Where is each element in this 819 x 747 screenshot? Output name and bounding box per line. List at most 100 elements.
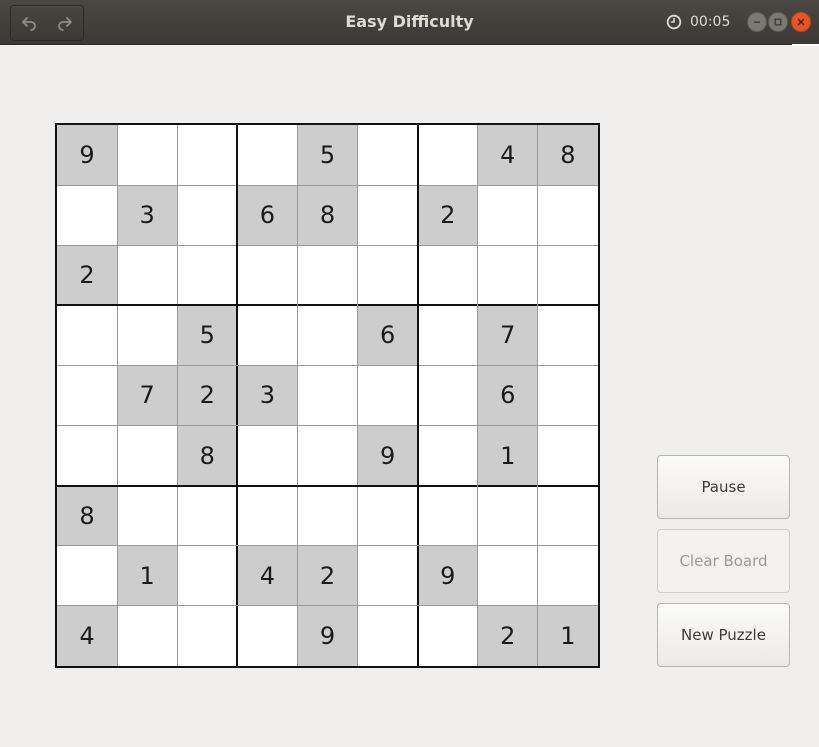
sudoku-cell[interactable] [538, 185, 598, 245]
sudoku-cell[interactable]: 9 [357, 425, 418, 486]
sudoku-cell[interactable] [538, 426, 598, 486]
sudoku-cell[interactable]: 8 [177, 425, 238, 486]
sudoku-cell[interactable] [297, 365, 357, 425]
sudoku-cell[interactable]: 3 [237, 365, 298, 426]
sudoku-cell[interactable] [358, 606, 418, 666]
sudoku-cell[interactable]: 2 [417, 185, 478, 246]
sudoku-cell[interactable]: 4 [237, 545, 298, 606]
sudoku-cell[interactable]: 9 [297, 605, 358, 666]
sudoku-cell[interactable]: 2 [57, 245, 118, 306]
sudoku-cell[interactable] [117, 245, 177, 305]
new-puzzle-button[interactable]: New Puzzle [657, 603, 790, 667]
sudoku-cell[interactable] [57, 305, 117, 365]
sudoku-cell[interactable]: 3 [117, 185, 178, 246]
redo-button[interactable] [47, 6, 83, 40]
sudoku-cell[interactable] [177, 546, 237, 606]
sudoku-cell[interactable]: 2 [177, 365, 238, 426]
sudoku-cell[interactable] [117, 606, 177, 666]
sudoku-cell[interactable]: 8 [57, 485, 118, 546]
sudoku-cell[interactable]: 9 [57, 125, 118, 186]
sudoku-cell[interactable] [478, 546, 538, 606]
sudoku-cell[interactable]: 2 [477, 605, 538, 666]
sudoku-cell[interactable]: 7 [117, 365, 178, 426]
sudoku-cell[interactable]: 1 [537, 605, 598, 666]
undo-button[interactable] [11, 6, 47, 40]
grid-line [57, 184, 598, 186]
sudoku-cell[interactable] [237, 486, 297, 546]
sudoku-cell[interactable] [57, 546, 117, 606]
sudoku-cell[interactable] [237, 125, 297, 185]
undo-icon [22, 17, 36, 31]
maximize-icon [774, 18, 782, 26]
sudoku-cell[interactable] [177, 486, 237, 546]
grid-line [357, 125, 359, 666]
sudoku-cell[interactable]: 7 [477, 305, 538, 366]
box-divider [57, 304, 598, 307]
sudoku-cell[interactable] [177, 185, 237, 245]
sudoku-cell[interactable]: 2 [297, 545, 358, 606]
sudoku-cell[interactable] [237, 305, 297, 365]
sudoku-cell[interactable] [538, 245, 598, 305]
sudoku-cell[interactable] [538, 546, 598, 606]
box-divider [57, 484, 598, 487]
sudoku-cell[interactable] [237, 426, 297, 486]
sudoku-cell[interactable] [358, 245, 418, 305]
sudoku-cell[interactable] [57, 426, 117, 486]
sudoku-window: Easy Difficulty 00:05 954836822567723689… [0, 0, 819, 747]
undo-redo-group [10, 5, 84, 41]
sudoku-cell[interactable] [538, 305, 598, 365]
sudoku-cell[interactable] [418, 365, 478, 425]
sudoku-cell[interactable] [177, 125, 237, 185]
sudoku-cell[interactable]: 6 [477, 365, 538, 426]
sudoku-cell[interactable] [418, 426, 478, 486]
sudoku-cell[interactable] [177, 245, 237, 305]
sudoku-cell[interactable]: 5 [297, 125, 358, 186]
sudoku-cell[interactable] [418, 606, 478, 666]
sudoku-cell[interactable] [297, 305, 357, 365]
sudoku-cell[interactable] [117, 426, 177, 486]
grid-line [57, 545, 598, 547]
sudoku-cell[interactable] [478, 486, 538, 546]
sudoku-cell[interactable]: 4 [57, 605, 118, 666]
sudoku-cell[interactable] [418, 125, 478, 185]
sudoku-cell[interactable] [57, 365, 117, 425]
sudoku-cell[interactable] [358, 125, 418, 185]
clear-board-button[interactable]: Clear Board [657, 529, 790, 593]
sudoku-cell[interactable] [538, 486, 598, 546]
sudoku-cell[interactable] [117, 125, 177, 185]
sudoku-cell[interactable] [418, 245, 478, 305]
sudoku-cell[interactable] [478, 185, 538, 245]
pause-button[interactable]: Pause [657, 455, 790, 519]
sudoku-cell[interactable] [297, 426, 357, 486]
sudoku-cell[interactable]: 9 [417, 545, 478, 606]
sudoku-cell[interactable] [418, 305, 478, 365]
sudoku-cell[interactable] [297, 245, 357, 305]
sudoku-cell[interactable] [297, 486, 357, 546]
sudoku-cell[interactable]: 5 [177, 305, 238, 366]
sudoku-cell[interactable] [358, 546, 418, 606]
sudoku-cell[interactable] [358, 486, 418, 546]
sudoku-cell[interactable] [117, 305, 177, 365]
sudoku-cell[interactable]: 1 [117, 545, 178, 606]
sudoku-cell[interactable]: 1 [477, 425, 538, 486]
maximize-button[interactable] [768, 12, 788, 32]
sudoku-cell[interactable] [237, 606, 297, 666]
sudoku-cell[interactable] [117, 486, 177, 546]
sudoku-cell[interactable] [538, 365, 598, 425]
sudoku-cell[interactable] [478, 245, 538, 305]
close-button[interactable] [791, 12, 811, 32]
sudoku-cell[interactable] [358, 185, 418, 245]
sudoku-cell[interactable] [237, 245, 297, 305]
sudoku-cell[interactable]: 8 [537, 125, 598, 186]
grid-line [176, 125, 178, 666]
sudoku-cell[interactable] [358, 365, 418, 425]
sudoku-cell[interactable]: 6 [357, 305, 418, 366]
grid-line [477, 125, 479, 666]
sudoku-cell[interactable]: 6 [237, 185, 298, 246]
sudoku-cell[interactable] [177, 606, 237, 666]
sudoku-cell[interactable] [418, 486, 478, 546]
minimize-button[interactable] [747, 12, 767, 32]
sudoku-cell[interactable] [57, 185, 117, 245]
sudoku-cell[interactable]: 8 [297, 185, 358, 246]
sudoku-cell[interactable]: 4 [477, 125, 538, 186]
